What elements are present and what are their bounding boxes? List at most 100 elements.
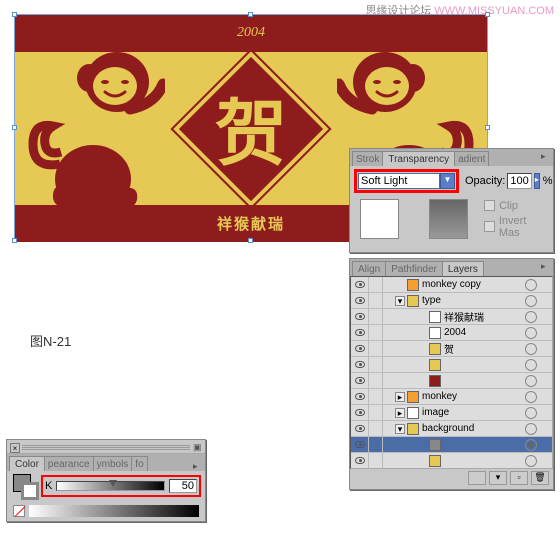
lock-toggle[interactable] xyxy=(369,421,383,436)
visibility-toggle[interactable] xyxy=(351,373,369,388)
target-icon[interactable] xyxy=(525,407,537,419)
tab-align[interactable]: Align xyxy=(352,261,386,276)
lock-toggle[interactable] xyxy=(369,277,383,292)
selection-handle[interactable] xyxy=(12,238,17,243)
target-icon[interactable] xyxy=(525,295,537,307)
layer-row[interactable]: monkey copy xyxy=(351,277,552,293)
layer-row[interactable] xyxy=(351,373,552,389)
layer-row[interactable]: ▸ monkey xyxy=(351,389,552,405)
layer-row[interactable]: 贺 xyxy=(351,341,552,357)
tab-color[interactable]: Color xyxy=(9,456,45,471)
target-icon[interactable] xyxy=(525,375,537,387)
lock-toggle[interactable] xyxy=(369,341,383,356)
visibility-toggle[interactable] xyxy=(351,293,369,308)
layer-name[interactable]: image xyxy=(422,407,521,418)
opacity-dropdown-icon[interactable]: ▸ xyxy=(534,173,540,189)
tab-symbols[interactable]: ymbols xyxy=(93,456,133,471)
selection-handle[interactable] xyxy=(12,12,17,17)
lock-toggle[interactable] xyxy=(369,325,383,340)
close-icon[interactable]: × xyxy=(10,443,20,453)
layer-name[interactable]: monkey copy xyxy=(422,279,521,290)
visibility-toggle[interactable] xyxy=(351,405,369,420)
lock-toggle[interactable] xyxy=(369,453,383,468)
visibility-toggle[interactable] xyxy=(351,389,369,404)
lock-toggle[interactable] xyxy=(369,389,383,404)
blend-mode-select[interactable]: Soft Light xyxy=(358,173,440,189)
disclosure-toggle[interactable]: ▸ xyxy=(395,408,405,418)
disclosure-toggle[interactable]: ▾ xyxy=(395,296,405,306)
layer-list[interactable]: monkey copy ▾ type 祥猴献瑞 2004 贺 ▸ monkey ▸ image ▾ b… xyxy=(350,276,553,469)
lock-toggle[interactable] xyxy=(369,293,383,308)
invert-checkbox[interactable] xyxy=(484,221,495,232)
lock-toggle[interactable] xyxy=(369,373,383,388)
target-icon[interactable] xyxy=(525,279,537,291)
panel-menu-icon[interactable]: ▸ xyxy=(541,151,551,161)
spectrum-bar[interactable] xyxy=(29,505,199,517)
tab-stroke[interactable]: Strok xyxy=(352,151,383,166)
target-icon[interactable] xyxy=(525,327,537,339)
blend-mode-dropdown-icon[interactable]: ▼ xyxy=(440,173,455,189)
slider-thumb[interactable] xyxy=(109,480,117,487)
lock-toggle[interactable] xyxy=(369,437,383,452)
disclosure-toggle[interactable]: ▸ xyxy=(395,392,405,402)
target-icon[interactable] xyxy=(525,311,537,323)
target-icon[interactable] xyxy=(525,423,537,435)
target-icon[interactable] xyxy=(525,439,537,451)
layer-row[interactable] xyxy=(351,437,552,453)
clip-checkbox[interactable] xyxy=(484,200,495,211)
lock-toggle[interactable] xyxy=(369,309,383,324)
make-clipping-button[interactable] xyxy=(468,471,486,485)
visibility-toggle[interactable] xyxy=(351,453,369,468)
panel-menu-icon[interactable]: ▸ xyxy=(541,261,551,271)
target-icon[interactable] xyxy=(525,391,537,403)
stroke-swatch[interactable] xyxy=(21,482,39,500)
layer-row[interactable]: 2004 xyxy=(351,325,552,341)
layer-name[interactable]: 2004 xyxy=(444,327,521,338)
target-icon[interactable] xyxy=(525,359,537,371)
panel-grip[interactable] xyxy=(22,444,190,450)
tab-appearance[interactable]: pearance xyxy=(44,456,94,471)
mask-thumbnail[interactable] xyxy=(429,199,468,239)
target-icon[interactable] xyxy=(525,455,537,467)
selection-handle[interactable] xyxy=(485,125,490,130)
layer-name[interactable]: background xyxy=(422,423,521,434)
delete-layer-button[interactable]: 🗑 xyxy=(531,471,549,485)
new-layer-button[interactable]: ▫ xyxy=(510,471,528,485)
none-swatch[interactable] xyxy=(13,505,25,517)
visibility-toggle[interactable] xyxy=(351,325,369,340)
fill-stroke-proxy[interactable] xyxy=(13,474,39,500)
layer-row[interactable]: 祥猴献瑞 xyxy=(351,309,552,325)
layer-row[interactable]: ▸ image xyxy=(351,405,552,421)
layer-row[interactable] xyxy=(351,453,552,469)
layer-name[interactable]: type xyxy=(422,295,521,306)
visibility-toggle[interactable] xyxy=(351,309,369,324)
layer-name[interactable]: 祥猴献瑞 xyxy=(444,309,521,324)
lock-toggle[interactable] xyxy=(369,357,383,372)
tab-layers[interactable]: Layers xyxy=(442,261,484,276)
invert-checkbox-row[interactable]: Invert Mas xyxy=(484,215,549,239)
disclosure-toggle[interactable]: ▾ xyxy=(395,424,405,434)
tab-info[interactable]: fo xyxy=(131,456,147,471)
clip-checkbox-row[interactable]: Clip xyxy=(484,200,549,212)
layer-name[interactable]: monkey xyxy=(422,391,521,402)
selection-handle[interactable] xyxy=(485,12,490,17)
tab-gradient[interactable]: adient xyxy=(454,151,489,166)
panel-menu-icon[interactable]: ▸ xyxy=(193,461,203,471)
new-sublayer-button[interactable]: ▾ xyxy=(489,471,507,485)
k-value-input[interactable]: 50 xyxy=(169,479,197,493)
layer-row[interactable]: ▾ type xyxy=(351,293,552,309)
mask-link-icon[interactable] xyxy=(407,199,421,239)
visibility-toggle[interactable] xyxy=(351,341,369,356)
visibility-toggle[interactable] xyxy=(351,277,369,292)
tab-transparency[interactable]: Transparency xyxy=(382,151,455,166)
selection-handle[interactable] xyxy=(248,238,253,243)
visibility-toggle[interactable] xyxy=(351,437,369,452)
lock-toggle[interactable] xyxy=(369,405,383,420)
opacity-input[interactable]: 100 xyxy=(507,173,531,189)
layer-row[interactable] xyxy=(351,357,552,373)
selection-handle[interactable] xyxy=(12,125,17,130)
k-slider[interactable] xyxy=(56,481,165,491)
selection-handle[interactable] xyxy=(248,12,253,17)
layer-row[interactable]: ▾ background xyxy=(351,421,552,437)
layer-name[interactable]: 贺 xyxy=(444,341,521,356)
